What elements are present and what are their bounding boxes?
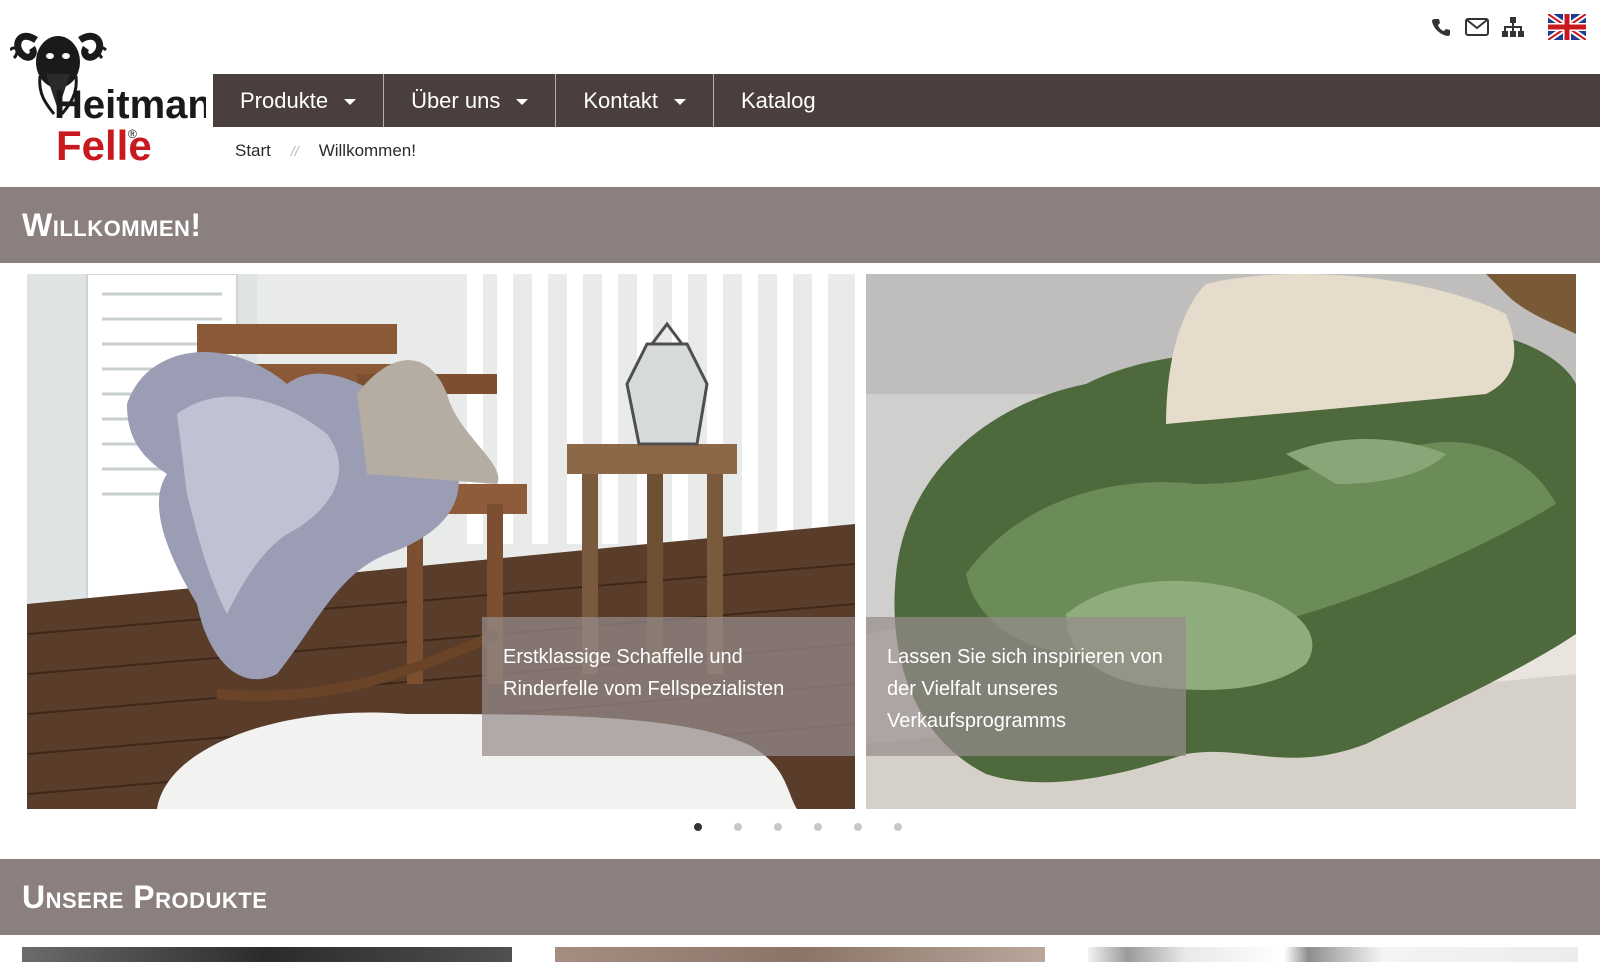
nav-item-label: Produkte bbox=[240, 87, 329, 113]
nav-item-label: Kontakt bbox=[583, 87, 658, 113]
slider-dot-3[interactable] bbox=[774, 823, 782, 831]
product-thumbnail[interactable] bbox=[555, 947, 1045, 962]
nav-item-katalog[interactable]: Katalog bbox=[714, 74, 843, 127]
breadcrumb-separator: // bbox=[290, 143, 299, 159]
ram-logo-icon: Heitmann Felle ® bbox=[10, 32, 206, 169]
phone-icon[interactable] bbox=[1428, 14, 1454, 40]
slider-slide-2[interactable]: Lassen Sie sich inspirieren von der Viel… bbox=[866, 274, 1576, 809]
slider-dot-5[interactable] bbox=[854, 823, 862, 831]
mail-icon[interactable] bbox=[1464, 14, 1490, 40]
svg-text:Heitmann: Heitmann bbox=[54, 83, 206, 127]
products-section-title-bar: Unsere Produkte bbox=[0, 859, 1600, 935]
uk-flag-icon[interactable] bbox=[1546, 11, 1588, 43]
nav-item-label: Über uns bbox=[411, 87, 501, 113]
main-nav: Produkte Über uns Kontakt Katalog bbox=[213, 74, 1600, 127]
caret-down-icon bbox=[516, 98, 529, 105]
slider-slide-1[interactable]: Erstklassige Schaffelle und Rinderfelle … bbox=[27, 274, 855, 809]
page-title-bar: Willkommen! bbox=[0, 187, 1600, 263]
slider-dot-4[interactable] bbox=[814, 823, 822, 831]
caret-down-icon bbox=[673, 98, 686, 105]
slide-caption: Lassen Sie sich inspirieren von der Viel… bbox=[866, 617, 1186, 756]
breadcrumb: Start // Willkommen! bbox=[235, 140, 416, 162]
nav-item-kontakt[interactable]: Kontakt bbox=[556, 74, 714, 127]
product-thumbnail[interactable] bbox=[1088, 947, 1578, 962]
product-thumbnail[interactable] bbox=[22, 947, 512, 962]
slider-dot-1[interactable] bbox=[694, 823, 702, 831]
breadcrumb-start-link[interactable]: Start bbox=[235, 141, 271, 161]
svg-text:Felle: Felle bbox=[56, 122, 152, 169]
slide-caption: Erstklassige Schaffelle und Rinderfelle … bbox=[482, 617, 855, 756]
nav-item-ueber-uns[interactable]: Über uns bbox=[384, 74, 557, 127]
caret-down-icon bbox=[344, 98, 357, 105]
svg-text:®: ® bbox=[128, 127, 137, 141]
products-section-title: Unsere Produkte bbox=[22, 878, 268, 915]
page-title: Willkommen! bbox=[22, 206, 202, 243]
site-logo[interactable]: Heitmann Felle ® bbox=[10, 14, 206, 170]
nav-item-produkte[interactable]: Produkte bbox=[213, 74, 385, 127]
top-utility-bar bbox=[1418, 11, 1600, 43]
breadcrumb-current: Willkommen! bbox=[318, 141, 416, 160]
sitemap-icon[interactable] bbox=[1500, 14, 1526, 40]
slider-dot-6[interactable] bbox=[894, 823, 902, 831]
nav-item-label: Katalog bbox=[740, 87, 816, 113]
slider-dot-2[interactable] bbox=[734, 823, 742, 831]
slider-pagination bbox=[694, 823, 934, 831]
